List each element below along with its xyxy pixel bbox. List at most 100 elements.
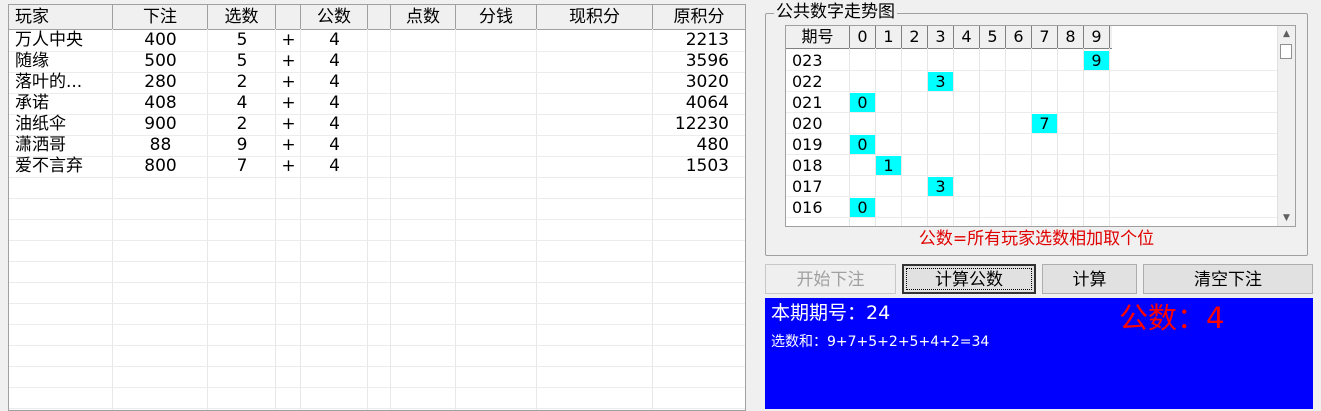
op-cell: + (281, 72, 296, 92)
original-points-cell: 1503 (685, 156, 729, 176)
player-row[interactable]: 随缘 500 5 +4 3596 (9, 51, 745, 72)
col-header-blank[interactable] (368, 5, 391, 29)
trend-col-digit[interactable]: 2 (902, 26, 928, 48)
trend-row[interactable]: 017 3 (786, 176, 1278, 197)
players-grid[interactable]: 玩家 下注 选数 公数 点数 分钱 现积分 原积分 万人中央 400 5 +4 2213… (8, 4, 746, 411)
pick-cell: 9 (236, 135, 248, 155)
op-cell: + (281, 30, 296, 50)
trend-row[interactable]: 021 0 (786, 92, 1278, 113)
player-name: 随缘 (15, 51, 49, 71)
trend-value-mark: 0 (850, 135, 875, 155)
trend-period: 020 (792, 114, 823, 133)
op-cell: + (281, 135, 296, 155)
col-header-bet[interactable]: 下注 (113, 5, 208, 29)
player-name: 承诺 (15, 93, 49, 113)
trend-value-mark: 0 (850, 93, 875, 113)
trend-row[interactable]: 023 9 (786, 50, 1278, 71)
op-cell: + (281, 51, 296, 71)
col-header-payout[interactable]: 分钱 (456, 5, 537, 29)
pick-cell: 2 (236, 72, 248, 92)
col-header-current-points[interactable]: 现积分 (537, 5, 653, 29)
trend-scrollbar[interactable]: ▲ ▼ (1277, 26, 1295, 226)
trend-value-mark: 1 (876, 156, 901, 176)
trend-title: 公共数字走势图 (774, 2, 897, 22)
common-cell: 4 (329, 156, 340, 176)
player-row[interactable]: 潇洒哥 88 9 +4 480 (9, 135, 745, 156)
col-header-pick[interactable]: 选数 (208, 5, 276, 29)
trend-period: 018 (792, 156, 823, 175)
grid-row-line (9, 303, 745, 304)
trend-col-digit[interactable]: 1 (876, 26, 902, 48)
bet-cell: 900 (144, 114, 177, 134)
player-row[interactable]: 承诺 408 4 +4 4064 (9, 93, 745, 114)
scroll-down-icon[interactable]: ▼ (1278, 210, 1295, 226)
original-points-cell: 4064 (685, 93, 729, 113)
grid-row-line (9, 345, 745, 346)
grid-row-line (9, 387, 745, 388)
trend-col-digit[interactable]: 7 (1032, 26, 1058, 48)
trend-value-mark: 9 (1084, 51, 1109, 71)
bet-cell: 280 (144, 72, 177, 92)
player-name: 万人中央 (15, 30, 83, 50)
calc-button[interactable]: 计算 (1042, 264, 1137, 294)
player-row[interactable]: 油纸伞 900 2 +4 12230 (9, 114, 745, 135)
trend-period: 019 (792, 135, 823, 154)
col-header-original-points[interactable]: 原积分 (653, 5, 745, 29)
trend-row[interactable]: 020 7 (786, 113, 1278, 134)
trend-col-digit[interactable]: 3 (928, 26, 954, 48)
trend-table[interactable]: 期号 0123456789 023 9 022 3 021 0 020 7 019 0 018 1 01… (785, 25, 1296, 227)
grid-row-line (9, 324, 745, 325)
bet-cell: 400 (144, 30, 177, 50)
trend-col-period[interactable]: 期号 (786, 26, 850, 48)
pick-cell: 4 (236, 93, 248, 113)
trend-col-digit[interactable]: 4 (954, 26, 980, 48)
trend-period: 022 (792, 72, 823, 91)
pick-cell: 7 (236, 156, 248, 176)
trend-row[interactable]: 018 1 (786, 155, 1278, 176)
player-row[interactable]: 爱不言弃 800 7 +4 1503 (9, 156, 745, 177)
trend-row[interactable]: 016 0 (786, 197, 1278, 218)
trend-col-digit[interactable]: 5 (980, 26, 1006, 48)
col-header-player[interactable]: 玩家 (9, 5, 113, 29)
player-name: 落叶的... (15, 72, 83, 92)
pick-cell: 5 (236, 30, 248, 50)
trend-row[interactable]: 019 0 (786, 134, 1278, 155)
scroll-up-icon[interactable]: ▲ (1278, 26, 1295, 42)
formula-text: 公数=所有玩家选数相加取个位 (918, 229, 1155, 249)
trend-value-mark: 7 (1032, 114, 1057, 134)
grid-row-line (9, 282, 745, 283)
player-name: 爱不言弃 (15, 156, 83, 176)
grid-row-line (9, 366, 745, 367)
scroll-thumb[interactable] (1280, 44, 1292, 59)
player-row[interactable]: 落叶的... 280 2 +4 3020 (9, 72, 745, 93)
trend-period: 017 (792, 177, 823, 196)
trend-row-line (786, 217, 1278, 218)
players-grid-header: 玩家 下注 选数 公数 点数 分钱 现积分 原积分 (9, 5, 745, 30)
trend-period: 023 (792, 51, 823, 70)
original-points-cell: 12230 (674, 114, 729, 134)
start-bet-button[interactable]: 开始下注 (765, 264, 896, 294)
op-cell: + (281, 114, 296, 134)
col-header-op[interactable] (276, 5, 301, 29)
trend-value-mark: 3 (928, 72, 953, 92)
common-cell: 4 (329, 114, 340, 134)
grid-row-line (9, 177, 745, 178)
col-header-common[interactable]: 公数 (301, 5, 368, 29)
op-cell: + (281, 156, 296, 176)
common-number-label: 公数：4 (1119, 301, 1225, 335)
common-cell: 4 (329, 93, 340, 113)
player-row[interactable]: 万人中央 400 5 +4 2213 (9, 30, 745, 51)
trend-row[interactable]: 022 3 (786, 71, 1278, 92)
trend-col-digit[interactable]: 8 (1058, 26, 1084, 48)
grid-row-line (9, 198, 745, 199)
calc-common-button[interactable]: 计算公数 (902, 264, 1036, 294)
current-period-label: 本期期号：24 (771, 302, 891, 324)
trend-col-digit[interactable]: 6 (1006, 26, 1032, 48)
clear-bets-button[interactable]: 清空下注 (1143, 264, 1313, 294)
common-cell: 4 (329, 51, 340, 71)
trend-col-digit[interactable]: 9 (1084, 26, 1110, 48)
col-header-points[interactable]: 点数 (391, 5, 456, 29)
trend-col-digit[interactable]: 0 (850, 26, 876, 48)
pick-cell: 2 (236, 114, 248, 134)
pick-sum-label: 选数和：9+7+5+2+5+4+2=34 (771, 334, 990, 350)
